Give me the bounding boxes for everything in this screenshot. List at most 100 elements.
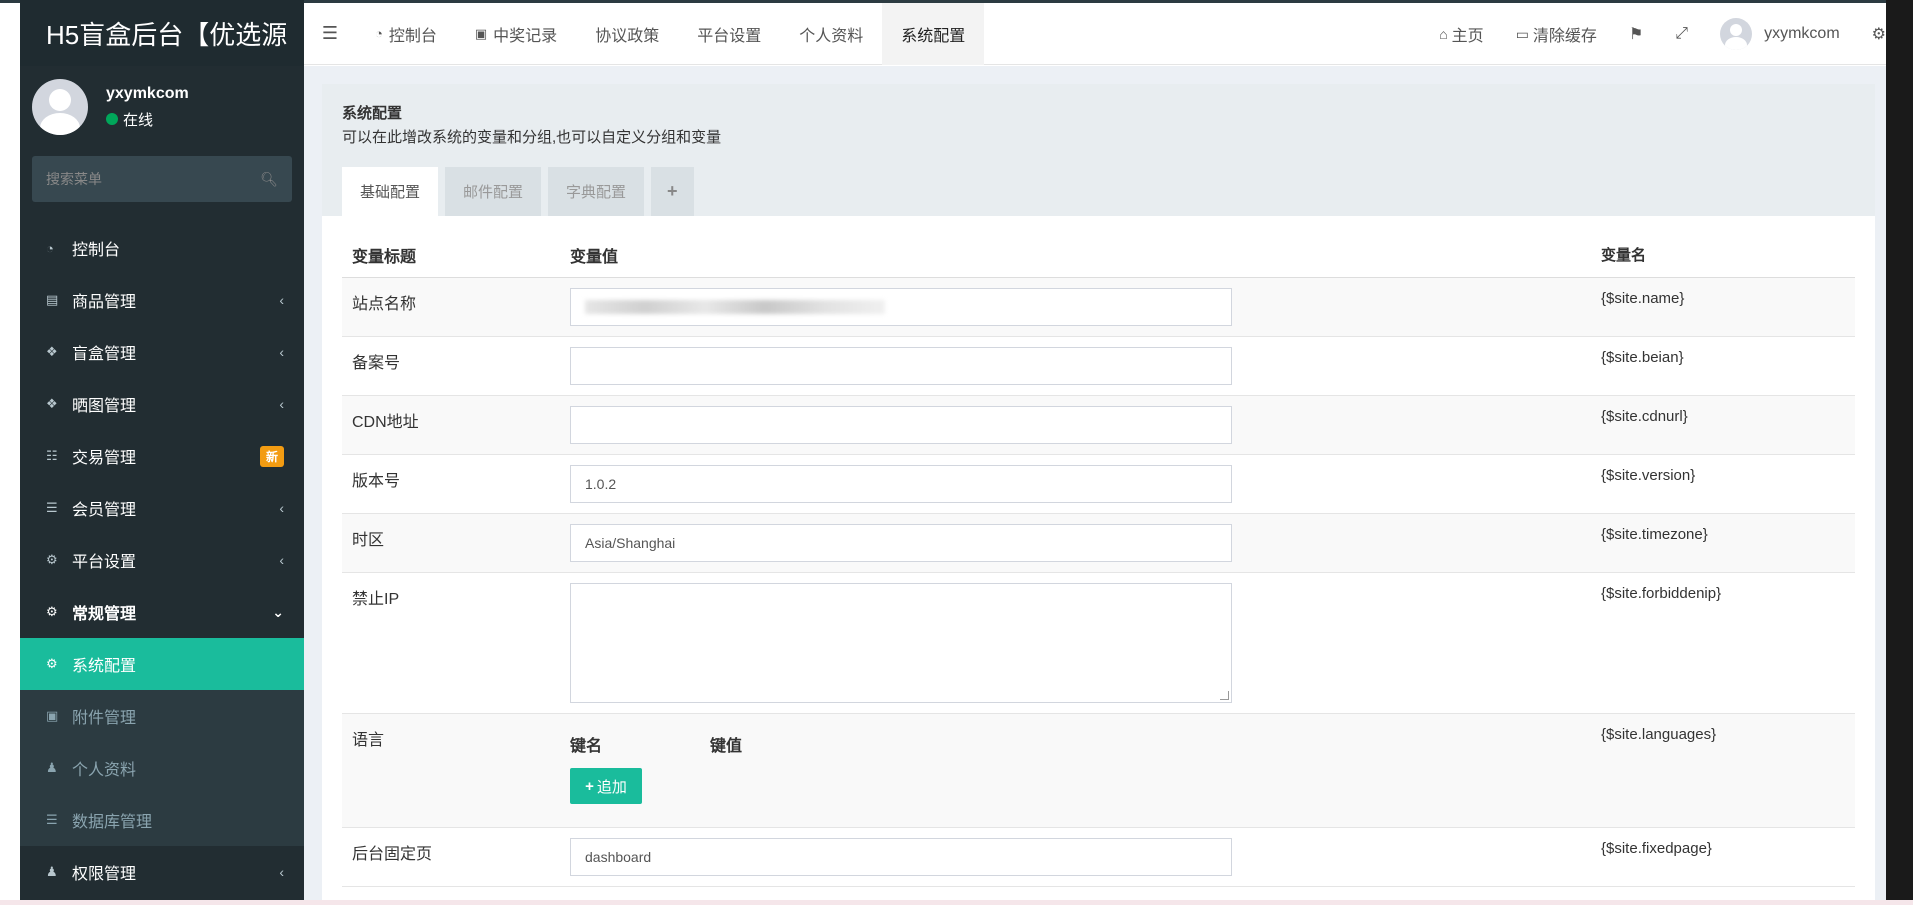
- database-icon: ☰: [46, 812, 58, 827]
- forbidden-ip-textarea[interactable]: [570, 583, 1232, 703]
- language-icon[interactable]: ⚑: [1613, 24, 1659, 44]
- sidebar-item-trade[interactable]: ☷ 交易管理 新: [20, 430, 304, 482]
- user-status-label: 在线: [123, 111, 154, 129]
- row-value: 键名 键值 + 追加: [570, 714, 1601, 827]
- row-value: [570, 573, 1601, 713]
- sidebar-item-dashboard[interactable]: ◔ 控制台: [20, 222, 304, 274]
- tab-label: 协议政策: [595, 27, 660, 45]
- sidebar-item-label: 权限管理: [72, 866, 137, 883]
- online-dot-icon: [106, 113, 118, 125]
- sidebar-item-label: 个人资料: [72, 762, 137, 779]
- clear-cache-button[interactable]: ▭ 清除缓存: [1500, 22, 1613, 46]
- brand-logo[interactable]: H5盲盒后台【优选源: [20, 0, 304, 66]
- sidebar-item-members[interactable]: ☰ 会员管理 ‹: [20, 482, 304, 534]
- home-icon: ⌂: [1439, 26, 1448, 42]
- tab-label: 平台设置: [697, 27, 762, 45]
- user-name: yxymkcom: [106, 84, 189, 102]
- timezone-input[interactable]: Asia/Shanghai: [570, 524, 1232, 562]
- cogs-icon: ⚙: [46, 604, 58, 619]
- table-row: CDN地址 {$site.cdnurl}: [342, 396, 1855, 455]
- tab-system-config[interactable]: 系统配置: [882, 2, 985, 65]
- tab-basic-config[interactable]: 基础配置: [342, 167, 439, 216]
- user-status: 在线: [106, 109, 189, 130]
- cart-icon: ☷: [46, 448, 58, 463]
- add-group-button[interactable]: +: [651, 167, 694, 216]
- sidebar-item-label: 晒图管理: [72, 398, 137, 415]
- tab-winning-records[interactable]: ▣ 中奖记录: [456, 3, 576, 65]
- dropbox-icon: ❖: [46, 396, 58, 411]
- chevron-left-icon: ‹: [279, 500, 284, 516]
- row-var: {$site.name}: [1601, 290, 1685, 307]
- tab-label: 个人资料: [799, 27, 864, 45]
- row-title: 语言: [352, 732, 385, 749]
- clear-cache-label: 清除缓存: [1532, 28, 1597, 45]
- row-title: 站点名称: [352, 296, 417, 313]
- tab-platform-settings[interactable]: 平台设置: [678, 3, 780, 65]
- plus-icon: +: [585, 777, 594, 795]
- chevron-left-icon: ‹: [279, 292, 284, 308]
- row-value: [570, 337, 1601, 395]
- menu-toggle-icon[interactable]: ☰: [304, 23, 356, 44]
- chevron-left-icon: ‹: [279, 864, 284, 880]
- tab-label: 控制台: [388, 27, 437, 45]
- sidebar-item-blindbox[interactable]: ❖ 盲盒管理 ‹: [20, 326, 304, 378]
- gear-icon: ⚙: [46, 656, 58, 671]
- navbar-right: ⌂ 主页 ▭ 清除缓存 ⚑ ⤢ yxymkcom ⚙: [1423, 3, 1886, 65]
- sidebar-item-platform[interactable]: ⚙ 平台设置 ‹: [20, 534, 304, 586]
- cogs-icon: ⚙: [46, 552, 58, 567]
- right-edge: [1886, 0, 1913, 905]
- avatar: [1720, 18, 1753, 50]
- tab-label: 系统配置: [901, 27, 966, 45]
- sidebar-item-system-config[interactable]: ⚙ 系统配置: [20, 638, 304, 690]
- fixed-page-input[interactable]: dashboard: [570, 838, 1232, 876]
- sidebar-item-goods[interactable]: ▤ 商品管理 ‹: [20, 274, 304, 326]
- list-icon: ☰: [46, 500, 58, 515]
- chevron-left-icon: ‹: [279, 396, 284, 412]
- row-value: dashboard: [570, 828, 1601, 886]
- beian-input[interactable]: [570, 347, 1232, 385]
- site-name-input[interactable]: [570, 288, 1232, 326]
- sidebar-item-database[interactable]: ☰ 数据库管理: [20, 794, 304, 846]
- header-value: 变量值: [570, 248, 619, 266]
- dashboard-icon: ◔: [46, 240, 54, 256]
- avatar: [32, 79, 88, 135]
- row-title: 备案号: [352, 355, 401, 372]
- sidebar-item-general[interactable]: ⚙ 常规管理 ⌄: [20, 586, 304, 638]
- sidebar-item-label: 系统配置: [72, 658, 137, 675]
- row-var: {$site.fixedpage}: [1601, 840, 1712, 857]
- bottom-edge: [0, 900, 1913, 905]
- config-panel: 系统配置 可以在此增改系统的变量和分组,也可以自定义分组和变量 基础配置 邮件配…: [322, 84, 1875, 900]
- row-value: [570, 278, 1601, 336]
- settings-gear-icon[interactable]: ⚙: [1856, 24, 1886, 44]
- tab-email-config[interactable]: 邮件配置: [445, 167, 542, 216]
- table-row: 站点名称 {$site.name}: [342, 278, 1855, 337]
- append-button-label: 追加: [596, 778, 627, 796]
- new-badge: 新: [259, 445, 284, 467]
- tab-dashboard[interactable]: ◔ 控制台: [356, 3, 456, 65]
- table-row: 语言 键名 键值 + 追加 {$site.languages}: [342, 714, 1855, 828]
- key-header: 键名: [570, 738, 603, 755]
- chevron-left-icon: ‹: [279, 344, 284, 360]
- fullscreen-icon[interactable]: ⤢: [1659, 25, 1704, 43]
- tab-agreement[interactable]: 协议政策: [576, 3, 678, 65]
- version-input[interactable]: 1.0.2: [570, 465, 1232, 503]
- sidebar-item-permissions[interactable]: ♟ 权限管理 ‹: [20, 846, 304, 898]
- sidebar-item-attachments[interactable]: ▣ 附件管理: [20, 690, 304, 742]
- table-row: 备案号 {$site.beian}: [342, 337, 1855, 396]
- table-row: 禁止IP {$site.forbiddenip}: [342, 573, 1855, 714]
- sidebar-item-profile[interactable]: ♟ 个人资料: [20, 742, 304, 794]
- home-link[interactable]: ⌂ 主页: [1423, 22, 1499, 46]
- sidebar-item-photos[interactable]: ❖ 晒图管理 ‹: [20, 378, 304, 430]
- user-panel: yxymkcom 在线: [20, 66, 304, 148]
- row-value: [570, 396, 1601, 454]
- search-icon[interactable]: 🔍︎: [260, 171, 278, 188]
- table-header: 变量标题 变量值 变量名: [342, 232, 1855, 278]
- append-button[interactable]: + 追加: [570, 768, 642, 804]
- cdn-url-input[interactable]: [570, 406, 1232, 444]
- tab-dict-config[interactable]: 字典配置: [548, 167, 645, 216]
- search-input[interactable]: [46, 171, 226, 187]
- config-tabs: 基础配置 邮件配置 字典配置 +: [342, 167, 701, 216]
- user-menu[interactable]: yxymkcom: [1704, 18, 1856, 50]
- row-var: {$site.cdnurl}: [1601, 408, 1688, 425]
- tab-profile[interactable]: 个人资料: [780, 3, 882, 65]
